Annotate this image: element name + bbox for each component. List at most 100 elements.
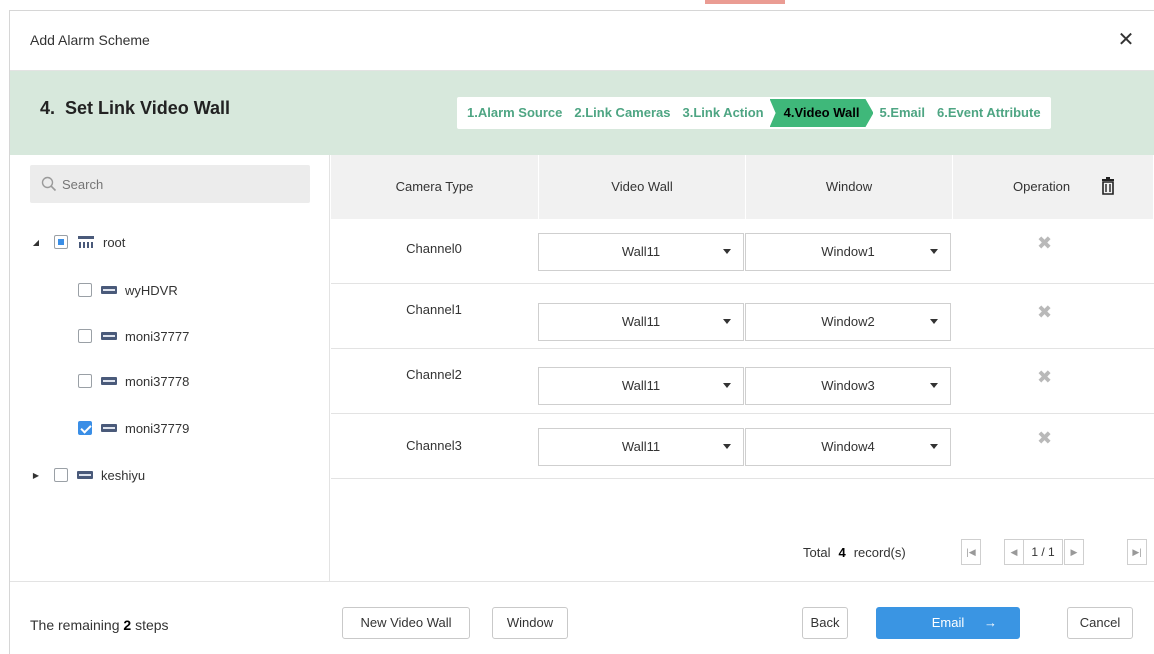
- device-icon: [101, 286, 117, 294]
- window-value: Window2: [821, 314, 875, 329]
- camera-type-cell: Channel1: [406, 302, 462, 317]
- tree-checkbox[interactable]: [54, 468, 68, 482]
- chevron-down-icon: [723, 319, 731, 324]
- page-indicator: 1 / 1: [1023, 539, 1063, 565]
- table-row: Channel1 Wall11 Window2 ✖: [331, 284, 1154, 349]
- record-total-prefix: Total: [803, 545, 831, 560]
- delete-row-icon[interactable]: ✖: [1037, 302, 1052, 323]
- step-bar: 4. Set Link Video Wall 1.Alarm Source 2.L…: [10, 71, 1154, 155]
- tree-checkbox[interactable]: [54, 235, 68, 249]
- column-header-camera-type: Camera Type: [331, 155, 539, 219]
- step-heading-title: Set Link Video Wall: [65, 98, 231, 118]
- step-event-attribute[interactable]: 6.Event Attribute: [931, 99, 1047, 127]
- device-icon: [101, 332, 117, 340]
- remaining-suffix: steps: [135, 617, 169, 633]
- search-box[interactable]: [30, 165, 310, 203]
- record-total: Total 4 record(s): [803, 545, 906, 560]
- search-icon: [41, 176, 57, 192]
- window-select[interactable]: Window3: [745, 367, 951, 405]
- chevron-down-icon: [930, 249, 938, 254]
- window-select[interactable]: Window1: [745, 233, 951, 271]
- table-row: Channel0 Wall11 Window1 ✖: [331, 219, 1154, 284]
- tree-node-moni37779[interactable]: moni37779: [54, 417, 189, 439]
- tree-checkbox[interactable]: [78, 283, 92, 297]
- window-value: Window1: [821, 244, 875, 259]
- step-label: 2.Link Cameras: [574, 105, 671, 120]
- link-table: Camera Type Video Wall Window Operation …: [331, 155, 1154, 581]
- tree-node-wyhdvr[interactable]: wyHDVR: [54, 279, 178, 301]
- record-total-count: 4: [838, 545, 846, 560]
- camera-type-cell: Channel0: [406, 241, 462, 256]
- step-heading-number: 4.: [40, 98, 56, 118]
- step-link-action[interactable]: 3.Link Action: [676, 99, 769, 127]
- device-tree-pane: ◢ root wyHDVR moni37777: [10, 155, 330, 581]
- background-accent: [705, 0, 785, 4]
- step-email[interactable]: 5.Email: [873, 99, 931, 127]
- remaining-count: 2: [123, 617, 132, 633]
- video-wall-select[interactable]: Wall11: [538, 303, 744, 341]
- tree-node-label: wyHDVR: [125, 282, 178, 298]
- back-button[interactable]: Back: [802, 607, 848, 639]
- chevron-down-icon: [723, 249, 731, 254]
- video-wall-select[interactable]: Wall11: [538, 367, 744, 405]
- wizard-steps: 1.Alarm Source 2.Link Cameras 3.Link Act…: [457, 97, 1051, 129]
- column-header-operation-label: Operation: [1013, 179, 1071, 194]
- step-alarm-source[interactable]: 1.Alarm Source: [461, 99, 568, 127]
- tree-checkbox[interactable]: [78, 374, 92, 388]
- chevron-down-icon: [930, 319, 938, 324]
- delete-row-icon[interactable]: ✖: [1037, 428, 1052, 449]
- last-page-button[interactable]: ▶|: [1127, 539, 1147, 565]
- window-button[interactable]: Window: [492, 607, 568, 639]
- table-row: Channel2 Wall11 Window3 ✖: [331, 349, 1154, 414]
- next-page-button[interactable]: ▶: [1064, 539, 1084, 565]
- window-select[interactable]: Window2: [745, 303, 951, 341]
- tree-node-moni37777[interactable]: moni37777: [54, 325, 189, 347]
- video-wall-select[interactable]: Wall11: [538, 428, 744, 466]
- background-strip: [0, 0, 1154, 10]
- video-wall-select[interactable]: Wall11: [538, 233, 744, 271]
- column-header-operation: Operation: [953, 155, 1154, 219]
- tree-node-label: moni37777: [125, 328, 190, 344]
- window-select[interactable]: Window4: [745, 428, 951, 466]
- next-email-button[interactable]: Email →: [876, 607, 1020, 639]
- table-row: Channel3 Wall11 Window4 ✖: [331, 414, 1154, 479]
- record-total-suffix: record(s): [853, 545, 906, 560]
- device-icon: [101, 424, 117, 432]
- add-alarm-scheme-dialog: Add Alarm Scheme ✕ 4. Set Link Video Wall…: [9, 10, 1154, 654]
- arrow-right-icon: →: [984, 615, 997, 630]
- tree-node-moni37778[interactable]: moni37778: [54, 370, 189, 392]
- first-page-button[interactable]: |◀: [961, 539, 981, 565]
- delete-row-icon[interactable]: ✖: [1037, 233, 1052, 254]
- step-label: 4.Video Wall: [783, 105, 860, 120]
- prev-page-button[interactable]: ◀: [1004, 539, 1024, 565]
- step-link-cameras[interactable]: 2.Link Cameras: [568, 99, 676, 127]
- new-video-wall-button[interactable]: New Video Wall: [342, 607, 470, 639]
- dialog-title: Add Alarm Scheme: [30, 32, 150, 48]
- tree-expander-icon[interactable]: ▶: [30, 471, 42, 480]
- cancel-button[interactable]: Cancel: [1067, 607, 1133, 639]
- step-video-wall[interactable]: 4.Video Wall: [770, 99, 874, 127]
- tree-expander-icon[interactable]: ◢: [30, 238, 42, 247]
- delete-row-icon[interactable]: ✖: [1037, 367, 1052, 388]
- camera-type-cell: Channel3: [406, 438, 462, 453]
- tree-checkbox-checked[interactable]: [78, 421, 92, 435]
- dialog-footer: The remaining 2 steps New Video Wall Win…: [10, 581, 1154, 654]
- chevron-down-icon: [930, 444, 938, 449]
- close-icon[interactable]: ✕: [1114, 25, 1138, 55]
- tree-node-label: moni37778: [125, 373, 190, 389]
- column-header-window: Window: [746, 155, 953, 219]
- tree-node-root[interactable]: ◢ root: [30, 231, 125, 253]
- table-header: Camera Type Video Wall Window Operation: [331, 155, 1154, 219]
- column-header-video-wall: Video Wall: [539, 155, 746, 219]
- tree-node-keshiyu[interactable]: ▶ keshiyu: [30, 464, 145, 486]
- trash-icon[interactable]: [1101, 177, 1115, 195]
- remaining-steps: The remaining 2 steps: [30, 617, 169, 633]
- dialog-titlebar: Add Alarm Scheme ✕: [10, 11, 1154, 71]
- tree-node-label: root: [103, 234, 126, 250]
- search-input[interactable]: [62, 165, 302, 203]
- camera-type-cell: Channel2: [406, 367, 462, 382]
- step-label: 1.Alarm Source: [467, 105, 563, 120]
- tree-checkbox[interactable]: [78, 329, 92, 343]
- video-wall-value: Wall11: [621, 314, 661, 329]
- video-wall-value: Wall11: [621, 439, 661, 454]
